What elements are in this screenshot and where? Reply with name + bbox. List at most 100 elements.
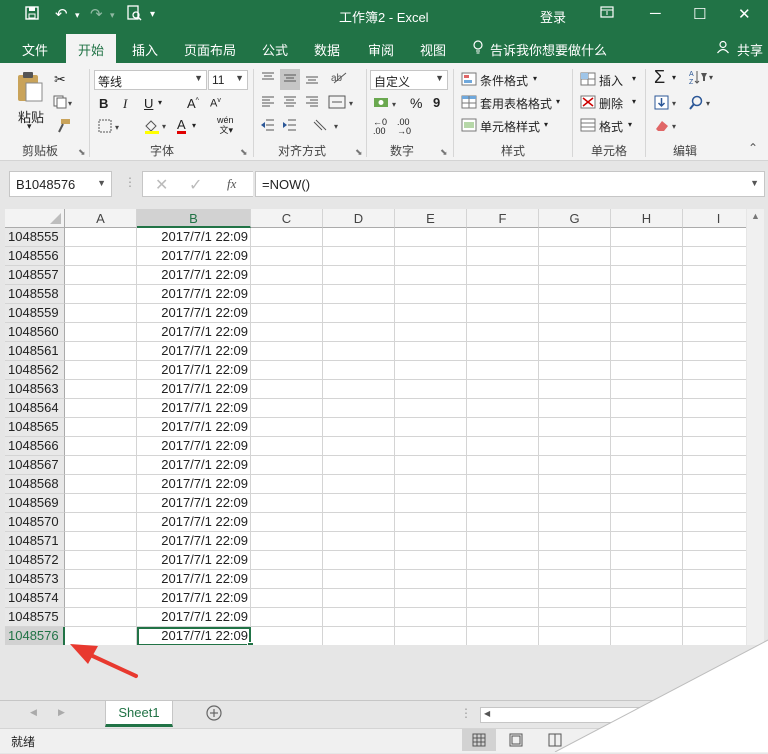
cell-i[interactable]	[683, 608, 746, 627]
cell-c[interactable]	[251, 342, 323, 361]
tab-review[interactable]: 审阅	[368, 40, 394, 59]
select-all-corner[interactable]	[5, 209, 65, 228]
cell-d[interactable]	[323, 513, 395, 532]
cell-c[interactable]	[251, 475, 323, 494]
cell-b[interactable]: 2017/7/1 22:09	[137, 228, 251, 247]
collapse-ribbon-icon[interactable]: ⌃	[748, 141, 758, 155]
cell-d[interactable]	[323, 266, 395, 285]
cell-f[interactable]	[467, 247, 539, 266]
page-layout-view-icon[interactable]	[508, 733, 524, 750]
cell-e[interactable]	[395, 494, 467, 513]
delete-cells-button[interactable]: 删除	[599, 95, 623, 112]
cell-b[interactable]: 2017/7/1 22:09	[137, 494, 251, 513]
cell-f[interactable]	[467, 551, 539, 570]
cell-f[interactable]	[467, 589, 539, 608]
cell-g[interactable]	[539, 627, 611, 645]
cell-g[interactable]	[539, 380, 611, 399]
italic-button[interactable]: I	[123, 96, 127, 112]
cell-h[interactable]	[611, 608, 683, 627]
formula-input[interactable]: =NOW() ▼	[255, 171, 765, 197]
cell-a[interactable]	[65, 342, 137, 361]
cell-g[interactable]	[539, 266, 611, 285]
cell-a[interactable]	[65, 361, 137, 380]
cell-c[interactable]	[251, 608, 323, 627]
cell-h[interactable]	[611, 266, 683, 285]
format-painter-icon[interactable]	[55, 118, 71, 137]
cell-e[interactable]	[395, 399, 467, 418]
column-header-h[interactable]: H	[611, 209, 683, 228]
cell-i[interactable]	[683, 399, 746, 418]
row-header[interactable]: 1048555	[5, 228, 65, 247]
cell-f[interactable]	[467, 627, 539, 645]
cell-b[interactable]: 2017/7/1 22:09	[137, 342, 251, 361]
cell-g[interactable]	[539, 418, 611, 437]
cell-c[interactable]	[251, 513, 323, 532]
cell-i[interactable]	[683, 494, 746, 513]
find-select-icon[interactable]: ▾	[688, 95, 714, 114]
redo-icon[interactable]: ↷	[90, 5, 103, 23]
cell-e[interactable]	[395, 475, 467, 494]
cell-i[interactable]	[683, 551, 746, 570]
format-cells-button[interactable]: 格式	[599, 118, 623, 135]
cell-f[interactable]	[467, 285, 539, 304]
cell-b[interactable]: 2017/7/1 22:09	[137, 361, 251, 380]
number-format-select[interactable]: 自定义 ▼	[370, 70, 448, 90]
cell-a[interactable]	[65, 456, 137, 475]
cell-c[interactable]	[251, 399, 323, 418]
cell-c[interactable]	[251, 228, 323, 247]
row-header[interactable]: 1048567	[5, 456, 65, 475]
conditional-format-icon[interactable]	[461, 72, 477, 89]
decrease-indent-icon[interactable]	[260, 118, 276, 135]
insert-cells-icon[interactable]	[580, 72, 596, 89]
cell-b[interactable]: 2017/7/1 22:09	[137, 437, 251, 456]
normal-view-icon[interactable]	[462, 729, 496, 751]
cell-h[interactable]	[611, 437, 683, 456]
row-header[interactable]: 1048575	[5, 608, 65, 627]
cell-i[interactable]	[683, 285, 746, 304]
align-bottom-icon[interactable]	[304, 71, 320, 88]
tell-me-search[interactable]: 告诉我你想要做什么	[490, 40, 607, 59]
cell-a[interactable]	[65, 323, 137, 342]
cell-d[interactable]	[323, 532, 395, 551]
column-header-c[interactable]: C	[251, 209, 323, 228]
cell-b[interactable]: 2017/7/1 22:09	[137, 399, 251, 418]
cell-c[interactable]	[251, 551, 323, 570]
cell-b[interactable]: 2017/7/1 22:09	[137, 589, 251, 608]
cell-b[interactable]: 2017/7/1 22:09	[137, 247, 251, 266]
accounting-format-icon[interactable]: ▾	[373, 95, 401, 114]
align-center-icon[interactable]	[282, 95, 298, 112]
cell-g[interactable]	[539, 532, 611, 551]
cell-g[interactable]	[539, 342, 611, 361]
cell-a[interactable]	[65, 437, 137, 456]
cell-h[interactable]	[611, 247, 683, 266]
cell-d[interactable]	[323, 589, 395, 608]
cell-d[interactable]	[323, 285, 395, 304]
underline-button[interactable]: U	[144, 96, 153, 111]
row-header[interactable]: 1048561	[5, 342, 65, 361]
cell-i[interactable]	[683, 627, 746, 645]
cell-h[interactable]	[611, 285, 683, 304]
cell-c[interactable]	[251, 570, 323, 589]
cell-d[interactable]	[323, 247, 395, 266]
cell-h[interactable]	[611, 323, 683, 342]
save-icon[interactable]	[24, 5, 40, 25]
cell-c[interactable]	[251, 285, 323, 304]
cell-c[interactable]	[251, 323, 323, 342]
cell-i[interactable]	[683, 532, 746, 551]
format-as-table-icon[interactable]	[461, 95, 477, 112]
cell-f[interactable]	[467, 380, 539, 399]
tab-home[interactable]: 开始	[66, 34, 117, 63]
cell-g[interactable]	[539, 285, 611, 304]
cell-c[interactable]	[251, 494, 323, 513]
increase-indent-icon[interactable]	[282, 118, 298, 135]
close-icon[interactable]: ✕	[738, 5, 751, 23]
cell-a[interactable]	[65, 380, 137, 399]
cell-i[interactable]	[683, 418, 746, 437]
cell-e[interactable]	[395, 532, 467, 551]
cell-c[interactable]	[251, 589, 323, 608]
cell-i[interactable]	[683, 570, 746, 589]
cell-b[interactable]: 2017/7/1 22:09	[137, 570, 251, 589]
cell-b[interactable]: 2017/7/1 22:09	[137, 266, 251, 285]
worksheet-grid[interactable]: ABCDEFGHI 1048555 2017/7/1 22:09 1048556 20…	[5, 209, 746, 645]
cell-c[interactable]	[251, 266, 323, 285]
